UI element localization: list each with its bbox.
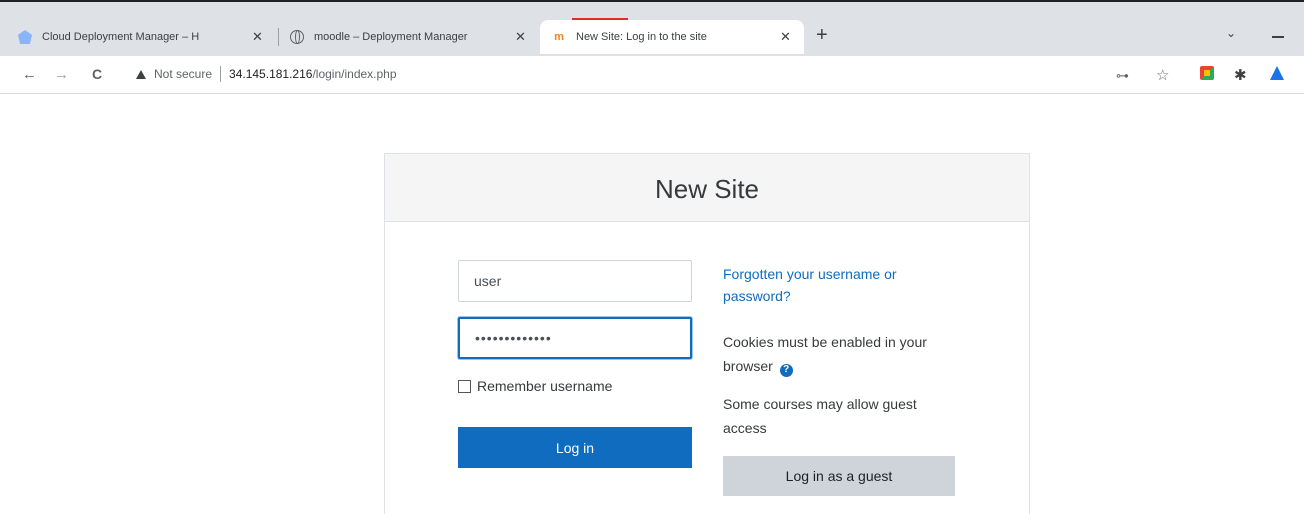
warning-triangle-icon bbox=[136, 69, 146, 79]
guest-access-notice: Some courses may allow guest access bbox=[723, 396, 917, 436]
globe-icon bbox=[290, 30, 304, 44]
tab-moodle-deployment-manager[interactable]: moodle – Deployment Manager ✕ bbox=[290, 20, 540, 54]
profile-flask-icon[interactable] bbox=[1270, 66, 1284, 80]
cookies-notice: Cookies must be enabled in your browser … bbox=[723, 330, 953, 378]
back-arrow-icon[interactable]: ← bbox=[22, 66, 37, 83]
tab-cloud-deployment-manager[interactable]: Cloud Deployment Manager – H ✕ bbox=[18, 20, 274, 54]
url-divider bbox=[220, 66, 222, 82]
browser-toolbar: ← → C Not secure 34.145.181.216/login/in… bbox=[0, 56, 1304, 94]
password-input[interactable] bbox=[458, 317, 692, 359]
new-tab-button[interactable]: + bbox=[816, 24, 828, 47]
tab-title: New Site: Log in to the site bbox=[576, 31, 707, 43]
login-card: New Site Remember username Log in Forgot… bbox=[384, 153, 1030, 514]
login-card-header: New Site bbox=[385, 154, 1029, 222]
login-button[interactable]: Log in bbox=[458, 427, 692, 468]
remember-username[interactable]: Remember username bbox=[458, 378, 612, 394]
tab-strip: Cloud Deployment Manager – H ✕ moodle – … bbox=[0, 2, 1304, 56]
close-tab-icon[interactable]: ✕ bbox=[515, 29, 526, 45]
tab-new-site-login[interactable]: m New Site: Log in to the site ✕ bbox=[540, 20, 804, 54]
reload-icon[interactable]: C bbox=[92, 66, 102, 82]
tab-loading-indicator bbox=[572, 18, 628, 20]
login-as-guest-button[interactable]: Log in as a guest bbox=[723, 456, 955, 496]
address-bar[interactable]: Not secure 34.145.181.216/login/index.ph… bbox=[128, 59, 1108, 89]
url-host: 34.145.181.216 bbox=[229, 67, 313, 81]
password-key-icon[interactable]: ⊶ bbox=[1116, 68, 1129, 84]
close-tab-icon[interactable]: ✕ bbox=[252, 29, 263, 45]
tab-title: Cloud Deployment Manager – H bbox=[42, 31, 200, 43]
help-icon[interactable]: ? bbox=[779, 363, 793, 377]
bookmark-star-icon[interactable]: ☆ bbox=[1156, 66, 1169, 84]
cookies-notice-text: Cookies must be enabled in your browser bbox=[723, 334, 927, 374]
site-name: New Site bbox=[654, 174, 760, 204]
extension-icon[interactable] bbox=[1200, 66, 1214, 80]
cloud-deployment-icon bbox=[18, 30, 32, 44]
close-tab-icon[interactable]: ✕ bbox=[780, 29, 791, 45]
forward-arrow-icon[interactable]: → bbox=[54, 66, 69, 83]
url-path: /login/index.php bbox=[312, 67, 397, 81]
minimize-window-icon[interactable] bbox=[1272, 36, 1284, 38]
remember-username-checkbox[interactable] bbox=[458, 379, 471, 393]
tab-search-icon[interactable]: ⌄ bbox=[1226, 26, 1236, 40]
tab-separator bbox=[278, 28, 279, 46]
moodle-icon: m bbox=[554, 31, 564, 43]
username-input[interactable] bbox=[458, 260, 692, 302]
remember-username-label: Remember username bbox=[477, 378, 613, 394]
security-status[interactable]: Not secure bbox=[154, 67, 212, 81]
extensions-puzzle-icon[interactable]: ✱ bbox=[1234, 66, 1247, 84]
tab-title: moodle – Deployment Manager bbox=[314, 31, 468, 43]
forgot-password-link[interactable]: Forgotten your username or password? bbox=[723, 263, 943, 307]
